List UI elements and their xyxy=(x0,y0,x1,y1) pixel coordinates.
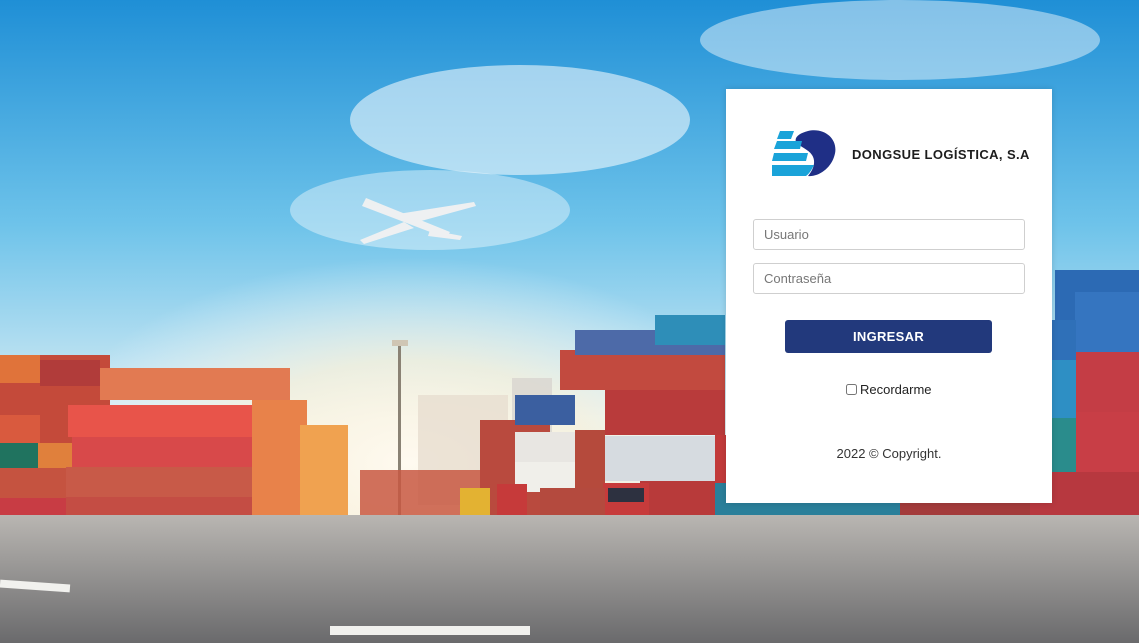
login-button[interactable]: INGRESAR xyxy=(785,320,992,353)
copyright-text: 2022 © Copyright. xyxy=(836,446,942,461)
login-card: DONGSUE LOGÍSTICA, S.A INGRESAR Recordar… xyxy=(726,89,1052,503)
username-input[interactable] xyxy=(753,219,1025,250)
remember-me-label: Recordarme xyxy=(860,381,932,397)
brand-header: DONGSUE LOGÍSTICA, S.A xyxy=(772,129,1042,181)
company-logo-icon xyxy=(772,130,836,177)
remember-me-checkbox[interactable] xyxy=(846,383,857,395)
company-name: DONGSUE LOGÍSTICA, S.A xyxy=(852,147,1030,162)
password-input[interactable] xyxy=(753,263,1025,294)
remember-me[interactable]: Recordarme xyxy=(846,381,932,397)
